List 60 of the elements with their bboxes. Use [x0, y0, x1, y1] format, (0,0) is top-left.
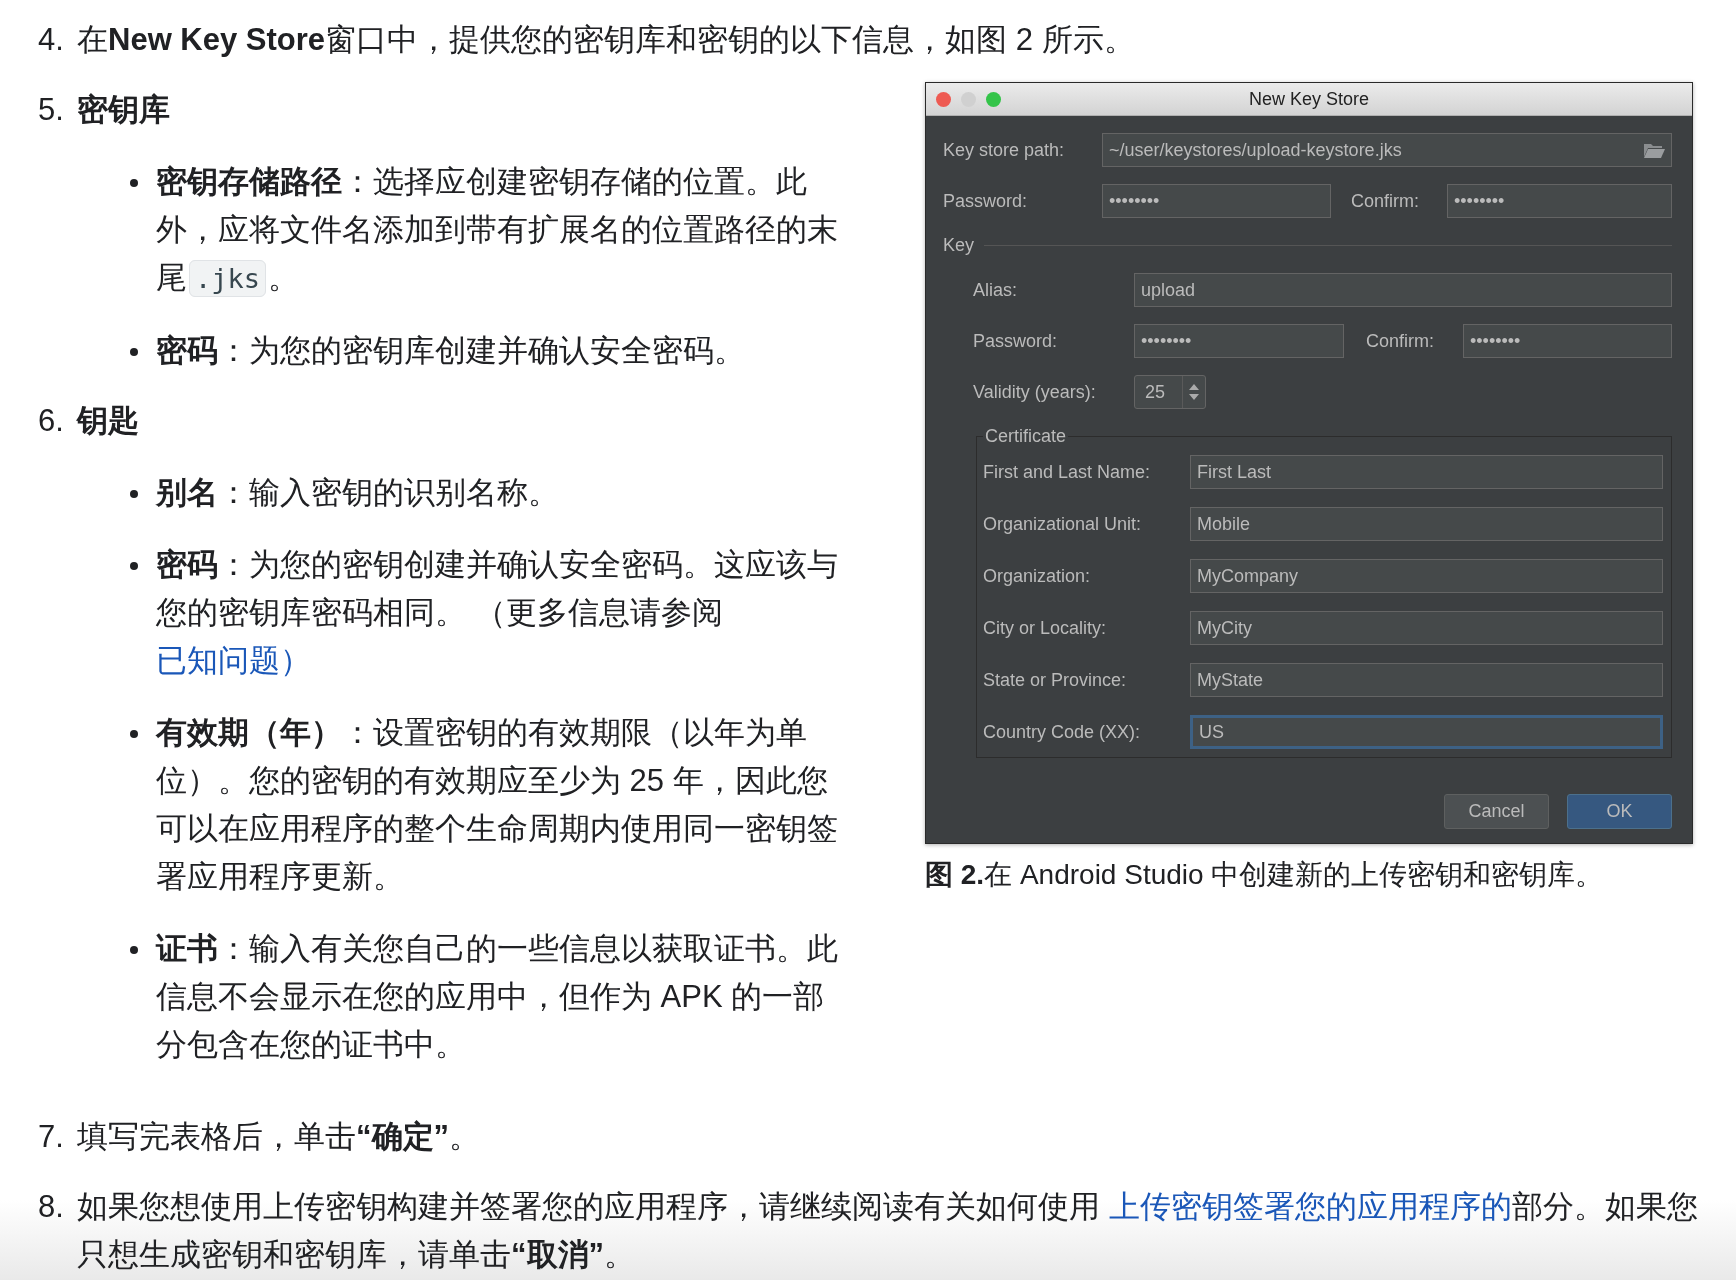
- path-field[interactable]: ~/user/keystores/upload-keystore.jks: [1102, 133, 1672, 167]
- field-label: Confirm:: [1351, 190, 1420, 212]
- group-title: Certificate: [984, 426, 1068, 447]
- field-label: Validity (years):: [973, 381, 1097, 403]
- field-label: Password:: [943, 190, 1029, 212]
- text-field[interactable]: MyCity: [1190, 611, 1663, 645]
- field-label: Alias:: [973, 279, 1018, 301]
- bullet-text: 密钥存储路径：选择应创建密钥存储的位置。此外，应将文件名添加到带有扩展名的位置路径的末尾 .jks 。: [156, 163, 839, 299]
- step-number: 6.: [38, 402, 65, 440]
- step-number: 4.: [38, 21, 65, 59]
- step-number: 8.: [38, 1188, 65, 1226]
- step-heading: 钥匙: [77, 402, 140, 440]
- field-label: Password:: [973, 330, 1059, 352]
- text-field[interactable]: MyCompany: [1190, 559, 1663, 593]
- figure-caption: 图 2.在 Android Studio 中创建新的上传密钥和密钥库。: [925, 858, 1605, 892]
- password-field[interactable]: ••••••••: [1102, 184, 1331, 218]
- bullet-dot: [130, 562, 138, 570]
- field-label: Organization:: [983, 565, 1092, 587]
- field-label: Organizational Unit:: [983, 513, 1143, 535]
- step-heading: 密钥库: [77, 91, 171, 129]
- bullet-text: 密码：为您的密钥库创建并确认安全密码。: [156, 332, 745, 370]
- window-control-button[interactable]: [936, 91, 951, 107]
- code-snippet: .jks: [189, 260, 267, 297]
- step-number: 5.: [38, 91, 65, 129]
- password-field[interactable]: ••••••••: [1447, 184, 1672, 218]
- bullet-dot: [130, 730, 138, 738]
- bullet-text: 别名：输入密钥的识别名称。: [156, 474, 559, 512]
- password-field[interactable]: ••••••••: [1134, 324, 1344, 358]
- bullet-dot: [130, 179, 138, 187]
- field-label: City or Locality:: [983, 617, 1108, 639]
- text-field[interactable]: Mobile: [1190, 507, 1663, 541]
- bullet-text: 密码：为您的密钥创建并确认安全密码。这应该与您的密钥库密码相同。 （更多信息请参阅 已知问题）: [156, 546, 839, 680]
- bullet-dot: [130, 490, 138, 498]
- field-label: Key store path:: [943, 139, 1066, 161]
- link[interactable]: 已知问题）: [156, 643, 311, 678]
- step-number: 7.: [38, 1118, 65, 1156]
- field-label: Country Code (XX):: [983, 721, 1142, 743]
- step-text: 如果您想使用上传密钥构建并签署您的应用程序，请继续阅读有关如何使用 上传密钥签署您的应用程序的部分。如果您只想生成密钥和密钥库，请单击“取消”。: [77, 1188, 1699, 1274]
- number-spinner[interactable]: 25: [1134, 375, 1206, 409]
- window-title: New Key Store: [1247, 88, 1371, 110]
- dialog-button[interactable]: Cancel: [1444, 794, 1549, 829]
- section-title: Key: [943, 235, 975, 256]
- text-field[interactable]: US: [1190, 715, 1663, 749]
- field-label: Confirm:: [1366, 330, 1435, 352]
- text-field[interactable]: upload: [1134, 273, 1672, 307]
- folder-icon[interactable]: [1643, 141, 1665, 159]
- text-field[interactable]: MyState: [1190, 663, 1663, 697]
- bullet-dot: [130, 348, 138, 356]
- field-label: State or Province:: [983, 669, 1128, 691]
- step-text: 在New Key Store窗口中，提供您的密钥库和密钥的以下信息，如图 2 所示。: [77, 21, 1136, 59]
- field-label: First and Last Name:: [983, 461, 1152, 483]
- text-field[interactable]: First Last: [1190, 455, 1663, 489]
- link[interactable]: 上传密钥签署您的应用程序的: [1108, 1189, 1512, 1224]
- step-text: 填写完表格后，单击“确定”。: [77, 1118, 481, 1156]
- password-field[interactable]: ••••••••: [1463, 324, 1672, 358]
- dialog-button[interactable]: OK: [1567, 794, 1672, 829]
- bullet-text: 证书：输入有关您自己的一些信息以获取证书。此信息不会显示在您的应用中，但作为 APK 的一部分包含在您的证书中。: [156, 930, 839, 1064]
- bullet-text: 有效期（年）：设置密钥的有效期限（以年为单位）。您的密钥的有效期应至少为 25 年，因此您可以在应用程序的整个生命周期内使用同一密钥签署应用程序更新。: [156, 714, 839, 896]
- window-control-button[interactable]: [986, 91, 1001, 107]
- bullet-dot: [130, 946, 138, 954]
